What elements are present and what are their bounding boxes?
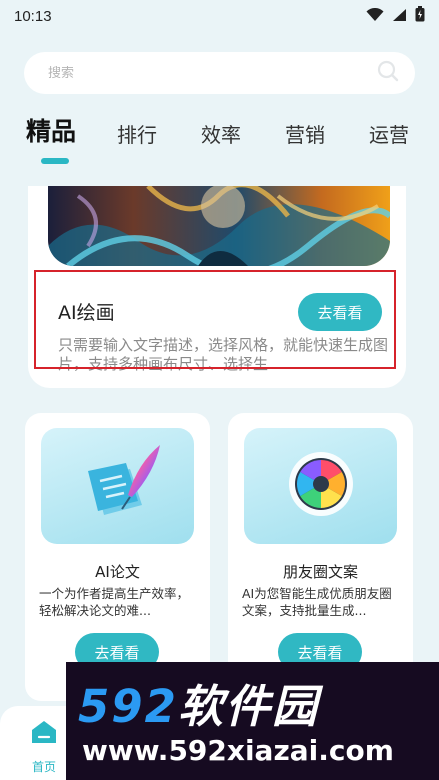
document-quill-icon <box>68 439 168 533</box>
search-input[interactable] <box>48 65 348 81</box>
status-time: 10:13 <box>14 7 52 25</box>
nav-home[interactable]: 首页 <box>16 720 72 776</box>
tab-marketing[interactable]: 营销 <box>285 119 325 148</box>
watermark-brand-text: 软件园 <box>177 680 319 733</box>
card-ai-paper[interactable]: AI论文 一个为作者提高生产效率，轻松解决论文的难... 去看看 <box>25 413 210 701</box>
card-title-moments-copy: 朋友圈文案 <box>282 563 358 581</box>
signal-icon <box>392 7 407 26</box>
watermark-brand-number: 592 <box>78 680 178 733</box>
camera-aperture-icon <box>286 449 356 523</box>
battery-icon <box>415 6 425 26</box>
home-icon <box>31 720 57 748</box>
tab-efficiency[interactable]: 效率 <box>201 119 241 148</box>
card-desc-ai-paper: 一个为作者提高生产效率，轻松解决论文的难... <box>39 586 190 618</box>
tab-ranking[interactable]: 排行 <box>117 119 157 148</box>
card-image-moments-copy <box>244 428 397 544</box>
watermark-url: www.592xiazai.com <box>82 734 394 767</box>
watermark-brand: 592软件园 <box>78 670 319 735</box>
watermark-banner: 592软件园 www.592xiazai.com <box>66 662 439 780</box>
nav-home-label: 首页 <box>31 760 56 774</box>
tab-selected[interactable]: 精品 <box>26 112 76 148</box>
search-bar[interactable] <box>24 52 415 94</box>
card-image-ai-paper <box>41 428 194 544</box>
highlight-box <box>34 270 396 369</box>
wifi-icon <box>366 7 384 26</box>
card-moments-copy[interactable]: 朋友圈文案 AI为您智能生成优质朋友圈文案，支持批量生成... 去看看 <box>228 413 413 701</box>
active-tab-indicator <box>41 158 69 164</box>
status-icons <box>366 6 425 26</box>
status-bar: 10:13 <box>0 0 439 32</box>
card-title-ai-paper: AI论文 <box>95 563 140 581</box>
card-desc-moments-copy: AI为您智能生成优质朋友圈文案，支持批量生成... <box>242 586 392 618</box>
feature-artwork-image <box>48 186 390 266</box>
category-tabs: 精品 排行 效率 营销 运营 <box>0 116 439 164</box>
tab-operations[interactable]: 运营 <box>369 119 409 148</box>
search-icon[interactable] <box>377 60 399 86</box>
